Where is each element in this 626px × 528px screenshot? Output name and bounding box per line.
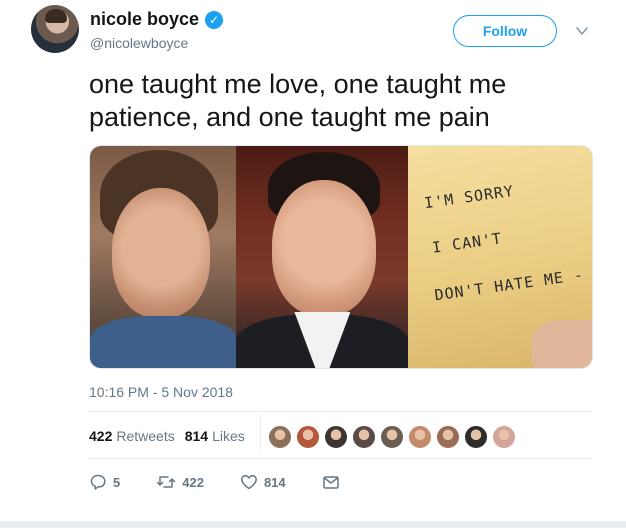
retweets-count: 422 [89,428,113,444]
reply-icon [90,474,106,490]
bottom-bar [0,521,626,528]
avatar-hair [45,9,67,23]
liker-avatar[interactable] [296,425,320,449]
liker-avatar[interactable] [324,425,348,449]
liker-avatars [268,425,520,449]
liker-avatar[interactable] [464,425,488,449]
retweets-label: Retweets [116,428,175,444]
verified-badge-icon: ✓ [205,10,224,29]
liker-avatar[interactable] [268,425,292,449]
note-line-3: DON'T HATE ME - [433,265,585,305]
tweet-text: one taught me love, one taught me patien… [89,69,507,132]
likes-count: 814 [184,428,209,444]
name-row: nicole boyce ✓ [90,9,224,30]
like-button[interactable]: 814 [240,473,286,491]
tweet-stats: 422 Retweets 814 Likes [89,428,255,444]
likes-stat[interactable]: 814 Likes [185,428,245,444]
tweet-media[interactable]: I'M SORRY I CAN'T DON'T HATE ME - [89,145,593,369]
photo-man-2 [236,146,408,368]
avatar[interactable] [31,5,79,53]
photo-sticky-note: I'M SORRY I CAN'T DON'T HATE ME - [407,146,592,368]
liker-avatar[interactable] [352,425,376,449]
reply-count: 5 [113,474,121,490]
tweet-timestamp[interactable]: 10:16 PM - 5 Nov 2018 [89,384,233,400]
thumb-shape [532,320,592,368]
liker-avatar[interactable] [436,425,460,449]
follow-button[interactable]: Follow [453,15,557,47]
retweet-count: 422 [182,474,204,490]
note-line-2: I CAN'T [430,229,503,257]
liker-avatar[interactable] [380,425,404,449]
face-shape [112,188,210,318]
user-handle[interactable]: @nicolewboyce [90,35,188,51]
envelope-icon [322,476,339,489]
likes-label: Likes [212,428,245,444]
liker-avatar[interactable] [408,425,432,449]
reply-button[interactable]: 5 [89,473,120,491]
display-name[interactable]: nicole boyce [90,9,199,30]
face-shape [272,180,377,316]
retweet-button[interactable]: 422 [156,473,204,491]
stats-separator [260,414,261,450]
retweet-icon [156,476,176,488]
divider [89,458,591,459]
shirt-shape [90,316,237,368]
chevron-down-icon[interactable] [575,24,589,38]
note-line-1: I'M SORRY [422,181,515,213]
heart-icon [240,475,257,490]
retweets-stat[interactable]: 422 Retweets [89,428,175,444]
tweet-actions: 5 422 814 [89,473,376,491]
direct-message-button[interactable] [322,473,340,491]
divider [89,411,591,412]
liker-avatar[interactable] [492,425,516,449]
like-count: 814 [263,474,286,490]
photo-man-1 [90,146,237,368]
